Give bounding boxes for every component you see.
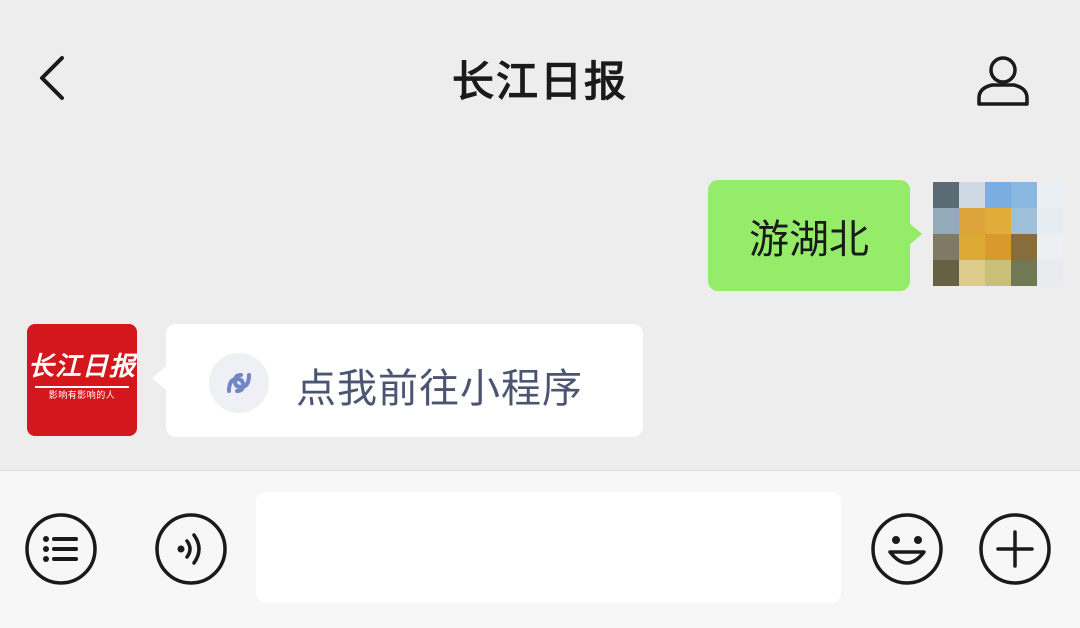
chat-title: 长江日报 bbox=[451, 57, 628, 106]
chat-header: 长江日报 bbox=[0, 0, 1080, 160]
outgoing-message-bubble[interactable]: 游湖北 bbox=[708, 180, 910, 291]
mini-program-link-text[interactable]: 点我前往小程序 bbox=[296, 356, 583, 414]
message-input[interactable] bbox=[256, 492, 841, 603]
logo-text: 长江日报 bbox=[27, 352, 136, 382]
logo-slogan: 影响有影响的人 bbox=[48, 391, 116, 401]
user-profile-icon[interactable] bbox=[974, 52, 1032, 108]
list-menu-icon[interactable] bbox=[24, 512, 98, 586]
bubble-tail bbox=[152, 366, 166, 390]
user-avatar[interactable] bbox=[933, 182, 1063, 286]
voice-icon[interactable] bbox=[154, 512, 228, 586]
official-account-avatar[interactable]: 长江日报 影响有影响的人 bbox=[27, 324, 137, 436]
link-icon bbox=[227, 373, 251, 393]
plus-icon[interactable] bbox=[978, 512, 1052, 586]
smiley-icon[interactable] bbox=[870, 512, 944, 586]
outgoing-message-text: 游湖北 bbox=[749, 216, 869, 263]
bubble-tail bbox=[908, 222, 922, 246]
mini-program-icon-wrap bbox=[209, 353, 269, 413]
